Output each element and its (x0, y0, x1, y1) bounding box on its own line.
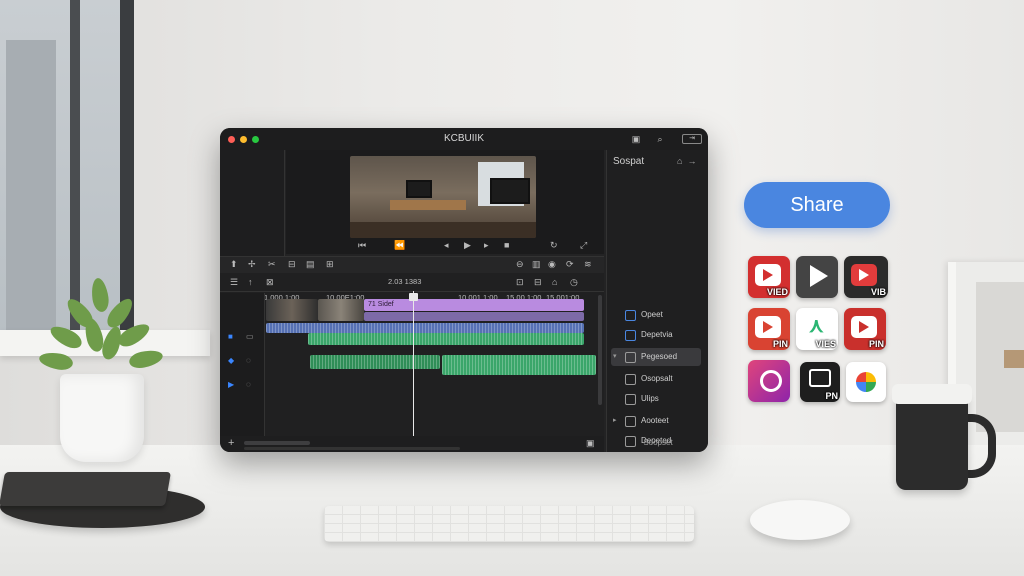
inspector-item-3[interactable]: Osopsalt (611, 370, 701, 388)
inspector-title: Sospat (613, 156, 645, 167)
video-preview (350, 156, 536, 238)
video-pin-icon[interactable]: PIN (844, 308, 886, 350)
audio-clip[interactable] (308, 333, 584, 345)
color-icon[interactable]: ◉ (548, 259, 556, 270)
green-arrow-icon[interactable]: ⋏ VIES (796, 308, 838, 350)
step-back-icon[interactable]: ◂ (444, 240, 449, 251)
inspector-item-2[interactable]: ▾ Pegesoed (611, 348, 701, 366)
photos-app-icon[interactable] (846, 362, 886, 402)
select-tool-icon[interactable]: ⬆ (230, 259, 238, 270)
inspector-item-0[interactable]: Opeet (611, 306, 701, 324)
video-track-icon[interactable]: ■ (228, 333, 238, 341)
loop-icon[interactable]: ↻ (550, 240, 558, 251)
track-lock-icon[interactable]: ▭ (246, 333, 256, 341)
video-app-icon[interactable]: VIED (748, 256, 790, 298)
step-forward-icon[interactable]: ▸ (484, 240, 489, 251)
zoom-slider[interactable] (244, 441, 310, 445)
arrow-icon[interactable]: → (687, 156, 696, 166)
inspector-item-4[interactable]: Ulips (611, 390, 701, 408)
track-solo-icon[interactable]: ◌ (246, 381, 256, 389)
inspector-actions: ⌂ → (677, 156, 696, 166)
timeline-footer: + ▣ (220, 436, 604, 452)
speaker-icon[interactable]: ⌂ (552, 277, 557, 287)
clock-icon[interactable]: ◷ (570, 277, 578, 288)
room-window (0, 0, 134, 340)
fx-icon[interactable]: ⊡ (516, 277, 524, 288)
add-icon[interactable]: + (228, 437, 234, 449)
share-button[interactable]: Share (744, 182, 890, 228)
grid-icon[interactable]: ⊞ (326, 259, 334, 270)
inspector-footer: Soopset (643, 438, 673, 447)
notebook (0, 472, 171, 506)
edit-toolbar: ⬆ ✢ ✂ ⊟ ▤ ⊞ ⊖ ▥ ◉ ⟳ ≋ (220, 256, 604, 274)
skip-back-icon[interactable]: ⏮ (358, 240, 366, 251)
rewind-icon[interactable]: ⏪ (394, 240, 405, 251)
play-icon[interactable]: ▶ (464, 240, 471, 251)
keyboard (324, 506, 694, 542)
video-pin-icon[interactable]: PIN (748, 308, 790, 350)
music-track-icon[interactable]: ▶ (228, 381, 238, 389)
music-clip[interactable] (310, 355, 440, 369)
bell-icon[interactable]: ⌂ (677, 156, 682, 166)
video-editor-window: KCBUIIK ▣ ⌕ ⇥ ⏮ ⏪ ◂ ▶ ▸ ■ ↻ ⤢ ⬆ ✢ ✂ ⊟ ▤ … (220, 128, 708, 452)
export-icon[interactable]: ⇥ (682, 134, 702, 144)
video-clip[interactable] (364, 312, 584, 321)
inspector-panel: Sospat ⌂ → Opeet Depetvia ▾ Pegesoed Osop… (606, 150, 708, 452)
computer-mouse (750, 500, 850, 540)
horizontal-scrollbar[interactable] (244, 447, 460, 450)
marker-icon[interactable]: ▤ (306, 259, 315, 270)
music-clip[interactable] (442, 355, 596, 375)
up-arrow-icon[interactable]: ↑ (248, 277, 253, 287)
video-clip[interactable] (318, 299, 364, 321)
stop-icon[interactable]: ■ (504, 240, 509, 250)
track-mute-icon[interactable]: ◌ (246, 357, 256, 365)
pin-app-icon[interactable]: PN (800, 362, 840, 402)
linked-audio-clip[interactable] (266, 323, 584, 333)
video-clip[interactable] (266, 299, 318, 321)
audio-track-icon[interactable]: ◆ (228, 357, 238, 365)
timeline-header: ☰ ↑ ⊠ 2.03 1383 ⊡ ⊟ ⌂ ◷ (220, 273, 604, 292)
audio-meter-icon[interactable]: ▥ (532, 259, 541, 270)
snap-icon[interactable]: ⊟ (288, 259, 296, 270)
search-icon[interactable]: ⌕ (654, 134, 666, 144)
title-clip[interactable]: 71 Sidef (364, 299, 584, 311)
timecode-display: 2.03 1383 (388, 277, 422, 286)
tag-icon[interactable]: ⊠ (266, 277, 274, 288)
trim-tool-icon[interactable]: ✢ (248, 259, 256, 270)
refresh-icon[interactable]: ⟳ (566, 259, 574, 270)
title-bar: KCBUIIK ▣ ⌕ ⇥ (220, 128, 708, 150)
inspector-item-5[interactable]: ▸ Aooteet (611, 412, 701, 430)
video-app-icon[interactable]: VIB (844, 256, 888, 298)
playhead[interactable] (413, 291, 414, 441)
settings-icon[interactable]: ≋ (584, 259, 592, 270)
camera-icon[interactable]: ▣ (630, 134, 642, 144)
timeline-scrollbar[interactable] (598, 295, 602, 405)
fullscreen-icon[interactable]: ⤢ (580, 240, 587, 251)
transport-controls: ⏮ ⏪ ◂ ▶ ▸ ■ ↻ ⤢ (354, 238, 604, 252)
list-icon[interactable]: ☰ (230, 277, 238, 288)
pink-brush-icon[interactable] (748, 360, 790, 402)
blade-tool-icon[interactable]: ✂ (268, 259, 276, 270)
timeline-panel: ☰ ↑ ⊠ 2.03 1383 ⊡ ⊟ ⌂ ◷ 1.000 1:00 10.00… (220, 273, 604, 441)
track-headers: ■ ▭ ◆ ◌ ▶ ◌ (220, 293, 265, 441)
view-options-icon[interactable]: ▣ (586, 438, 595, 449)
viewer-panel: ⏮ ⏪ ◂ ▶ ▸ ■ ↻ ⤢ (286, 150, 604, 254)
play-app-icon[interactable] (796, 256, 838, 298)
link-icon[interactable]: ⊟ (534, 277, 542, 288)
zoom-out-icon[interactable]: ⊖ (516, 259, 524, 270)
inspector-item-1[interactable]: Depetvia (611, 326, 701, 344)
playhead-handle[interactable] (409, 293, 418, 301)
